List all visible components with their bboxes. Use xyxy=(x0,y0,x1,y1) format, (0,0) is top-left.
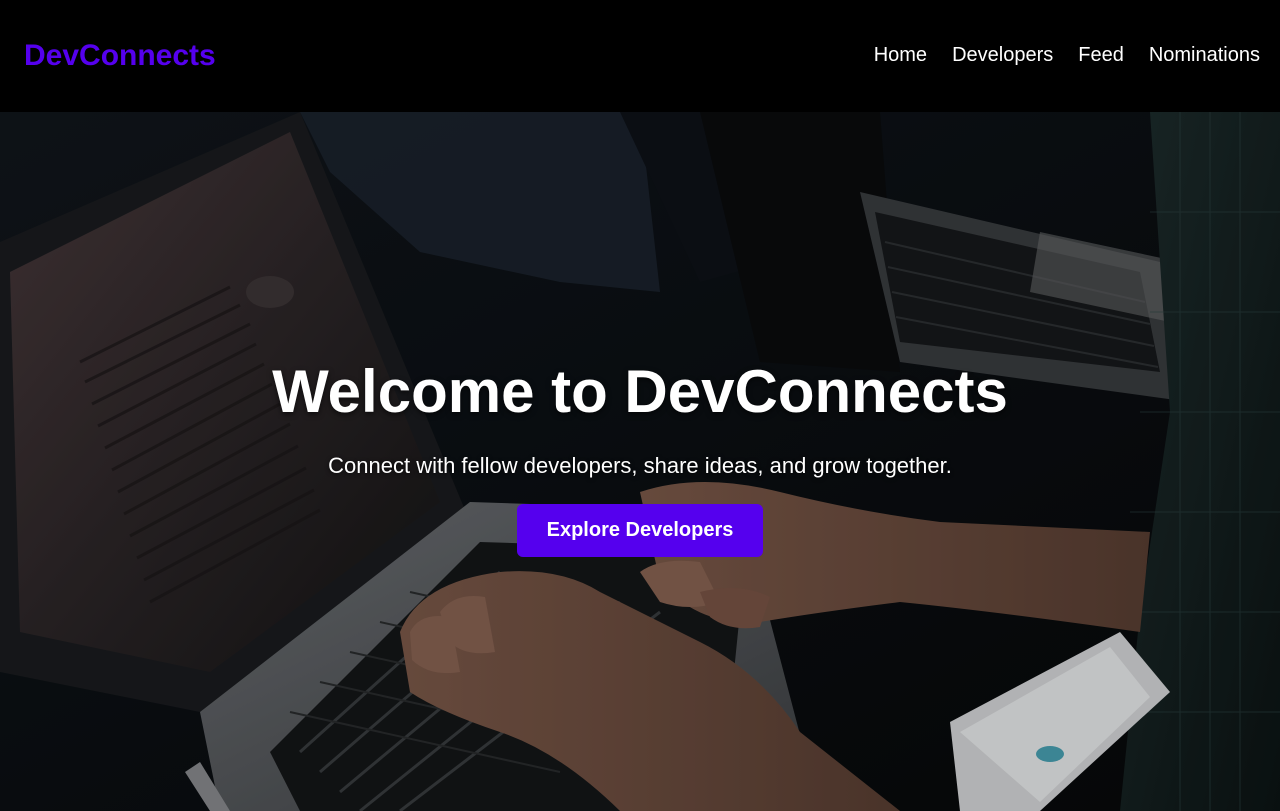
nav-link-developers[interactable]: Developers xyxy=(952,40,1053,70)
explore-developers-button[interactable]: Explore Developers xyxy=(517,504,763,557)
hero-section: Welcome to DevConnects Connect with fell… xyxy=(0,112,1280,811)
nav-links: Home Developers Feed Nominations xyxy=(874,40,1260,70)
hero-content: Welcome to DevConnects Connect with fell… xyxy=(0,356,1280,557)
hero-title: Welcome to DevConnects xyxy=(272,358,1008,425)
brand-logo[interactable]: DevConnects xyxy=(24,36,216,76)
hero-subtitle: Connect with fellow developers, share id… xyxy=(328,453,952,478)
navbar: DevConnects Home Developers Feed Nominat… xyxy=(0,0,1280,112)
nav-link-feed[interactable]: Feed xyxy=(1078,40,1124,70)
nav-link-home[interactable]: Home xyxy=(874,40,927,70)
nav-link-nominations[interactable]: Nominations xyxy=(1149,40,1260,70)
